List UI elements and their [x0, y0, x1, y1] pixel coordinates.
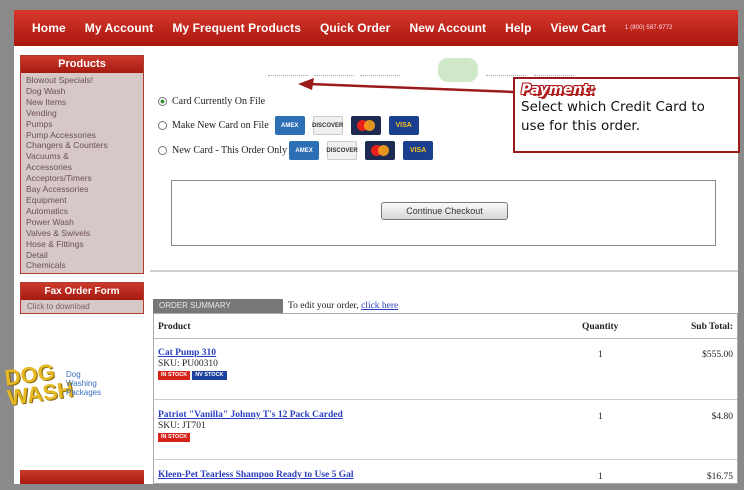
nav-view-cart[interactable]: View Cart	[551, 21, 606, 35]
column-header-quantity: Quantity	[582, 322, 619, 332]
sidebar-item-pumps[interactable]: Pumps	[26, 119, 139, 130]
progress-step	[268, 66, 308, 76]
table-header: Product Quantity Sub Total:	[154, 314, 737, 339]
discover-icon: DISCOVER	[326, 141, 358, 160]
progress-step	[314, 66, 354, 76]
nav-phone-number: 1 (800) 587-9772	[624, 25, 673, 31]
sidebar-item-hose-fittings[interactable]: Hose & Fittings	[26, 239, 139, 250]
dog-wash-logo: DOG WASH	[3, 358, 75, 411]
fax-order-form-title: Fax Order Form	[21, 283, 143, 301]
nav-home[interactable]: Home	[32, 21, 66, 35]
payment-option-label: Make New Card on File	[172, 120, 269, 131]
radio-new-card-this-order[interactable]	[158, 146, 167, 155]
quantity-value: 1	[598, 412, 603, 422]
sidebar-item-acceptors-timers[interactable]: Acceptors/Timers	[26, 173, 139, 184]
sidebar-item-blowout-specials[interactable]: Blowout Specials!	[26, 75, 139, 86]
sidebar-item-pump-accessories[interactable]: Pump Accessories	[26, 130, 139, 141]
order-summary-table: Product Quantity Sub Total: Cat Pump 310…	[153, 313, 738, 484]
payment-option-on-file[interactable]: Card Currently On File	[158, 96, 265, 107]
product-link[interactable]: Cat Pump 310	[158, 348, 216, 358]
fax-order-form-panel[interactable]: Fax Order Form Click to download	[20, 282, 144, 315]
nav-help[interactable]: Help	[505, 21, 531, 35]
column-header-subtotal: Sub Total:	[691, 322, 733, 332]
left-sidebar: Products Blowout Specials! Dog Wash New …	[20, 55, 144, 315]
products-panel: Products Blowout Specials! Dog Wash New …	[20, 55, 144, 275]
top-navigation: Home My Account My Frequent Products Qui…	[14, 10, 738, 46]
amex-icon: AMEX	[289, 141, 320, 160]
edit-order-link[interactable]: click here	[361, 301, 398, 311]
payment-option-new-on-file[interactable]: Make New Card on File AMEX DISCOVER VISA	[158, 116, 427, 135]
dog-wash-packages-text: Dog Washing Packages	[66, 370, 102, 397]
subtotal-value: $555.00	[702, 350, 733, 360]
sidebar-item-vacuums[interactable]: Vacuums &	[26, 151, 139, 162]
dog-wash-banner[interactable]: DOG WASH Dog Washing Packages	[3, 358, 126, 418]
sidebar-next-panel-header	[20, 470, 144, 484]
sidebar-item-valves-swivels[interactable]: Valves & Swivels	[26, 228, 139, 239]
amex-icon: AMEX	[274, 116, 305, 135]
sidebar-item-detail[interactable]: Detail	[26, 250, 139, 261]
mastercard-icon	[365, 141, 396, 160]
payment-option-label: Card Currently On File	[172, 96, 266, 107]
table-row: Kleen-Pet Tearless Shampoo Ready to Use …	[154, 466, 737, 483]
table-row: Patriot "Vanilla" Johnny T's 12 Pack Car…	[154, 406, 737, 460]
payment-option-label: New Card - This Order Only	[172, 145, 288, 156]
sidebar-item-bay-accessories[interactable]: Bay Accessories	[26, 184, 139, 195]
product-sku: SKU: PU00310	[158, 359, 218, 369]
mastercard-icon	[350, 116, 381, 135]
order-summary-tab: ORDER SUMMARY	[153, 299, 283, 313]
fax-download-link[interactable]: Click to download	[21, 300, 143, 313]
stock-badge: NV STOCK	[192, 371, 227, 380]
nav-my-account[interactable]: My Account	[85, 21, 154, 35]
nav-my-frequent-products[interactable]: My Frequent Products	[172, 21, 301, 35]
callout-title: Payment:	[521, 82, 595, 98]
sidebar-item-automatics[interactable]: Automatics	[26, 206, 139, 217]
progress-step	[534, 66, 574, 76]
column-header-product: Product	[158, 322, 191, 332]
sidebar-item-equipment[interactable]: Equipment	[26, 195, 139, 206]
callout-arrow-icon	[298, 78, 515, 94]
stock-badge: IN STOCK	[158, 371, 191, 380]
sidebar-item-vacuums-accessories[interactable]: Accessories	[26, 162, 139, 173]
progress-step	[360, 66, 400, 76]
radio-new-card-on-file[interactable]	[158, 121, 167, 130]
products-list: Blowout Specials! Dog Wash New Items Ven…	[21, 73, 143, 273]
subtotal-value: $16.75	[706, 472, 733, 482]
sidebar-item-vending[interactable]: Vending	[26, 108, 139, 119]
card-logos: AMEX DISCOVER VISA	[289, 141, 441, 160]
sidebar-item-power-wash[interactable]: Power Wash	[26, 217, 139, 228]
sidebar-item-dog-wash[interactable]: Dog Wash	[26, 86, 139, 97]
nav-new-account[interactable]: New Account	[409, 21, 486, 35]
window-frame-right	[738, 0, 744, 490]
table-row: Cat Pump 310 SKU: PU00310 IN STOCK NV ST…	[154, 344, 737, 400]
visa-icon: VISA	[388, 116, 419, 135]
payment-option-new-card-once[interactable]: New Card - This Order Only AMEX DISCOVER…	[158, 141, 441, 160]
subtotal-value: $4.80	[711, 412, 733, 422]
order-edit-note: To edit your order, click here	[288, 301, 399, 311]
stock-badge: IN STOCK	[158, 433, 191, 442]
products-title: Products	[21, 56, 143, 73]
quantity-value: 1	[598, 472, 603, 482]
stock-badges: IN STOCK NV STOCK	[158, 371, 229, 380]
card-logos: AMEX DISCOVER VISA	[274, 116, 427, 135]
sidebar-item-changers-counters[interactable]: Changers & Counters	[26, 140, 139, 151]
quantity-value: 1	[598, 350, 603, 360]
continue-checkout-box: Continue Checkout	[171, 180, 716, 246]
sidebar-item-new-items[interactable]: New Items	[26, 97, 139, 108]
product-sku: SKU: JT701	[158, 421, 206, 431]
sidebar-item-chemicals[interactable]: Chemicals	[26, 260, 139, 271]
stock-badges: IN STOCK	[158, 433, 192, 442]
radio-card-on-file[interactable]	[158, 97, 167, 106]
callout-text: Select which Credit Card to use for this…	[521, 99, 705, 134]
discover-icon: DISCOVER	[312, 116, 343, 135]
product-link[interactable]: Kleen-Pet Tearless Shampoo Ready to Use …	[158, 470, 354, 480]
progress-step	[486, 66, 526, 76]
nav-quick-order[interactable]: Quick Order	[320, 21, 390, 35]
window-frame-bottom	[0, 484, 744, 490]
window-frame-top	[0, 0, 744, 10]
continue-checkout-button[interactable]: Continue Checkout	[381, 202, 508, 220]
payment-callout: Payment: Select which Credit Card to use…	[513, 77, 740, 153]
section-divider	[150, 270, 738, 272]
product-link[interactable]: Patriot "Vanilla" Johnny T's 12 Pack Car…	[158, 410, 343, 420]
visa-icon: VISA	[403, 141, 434, 160]
